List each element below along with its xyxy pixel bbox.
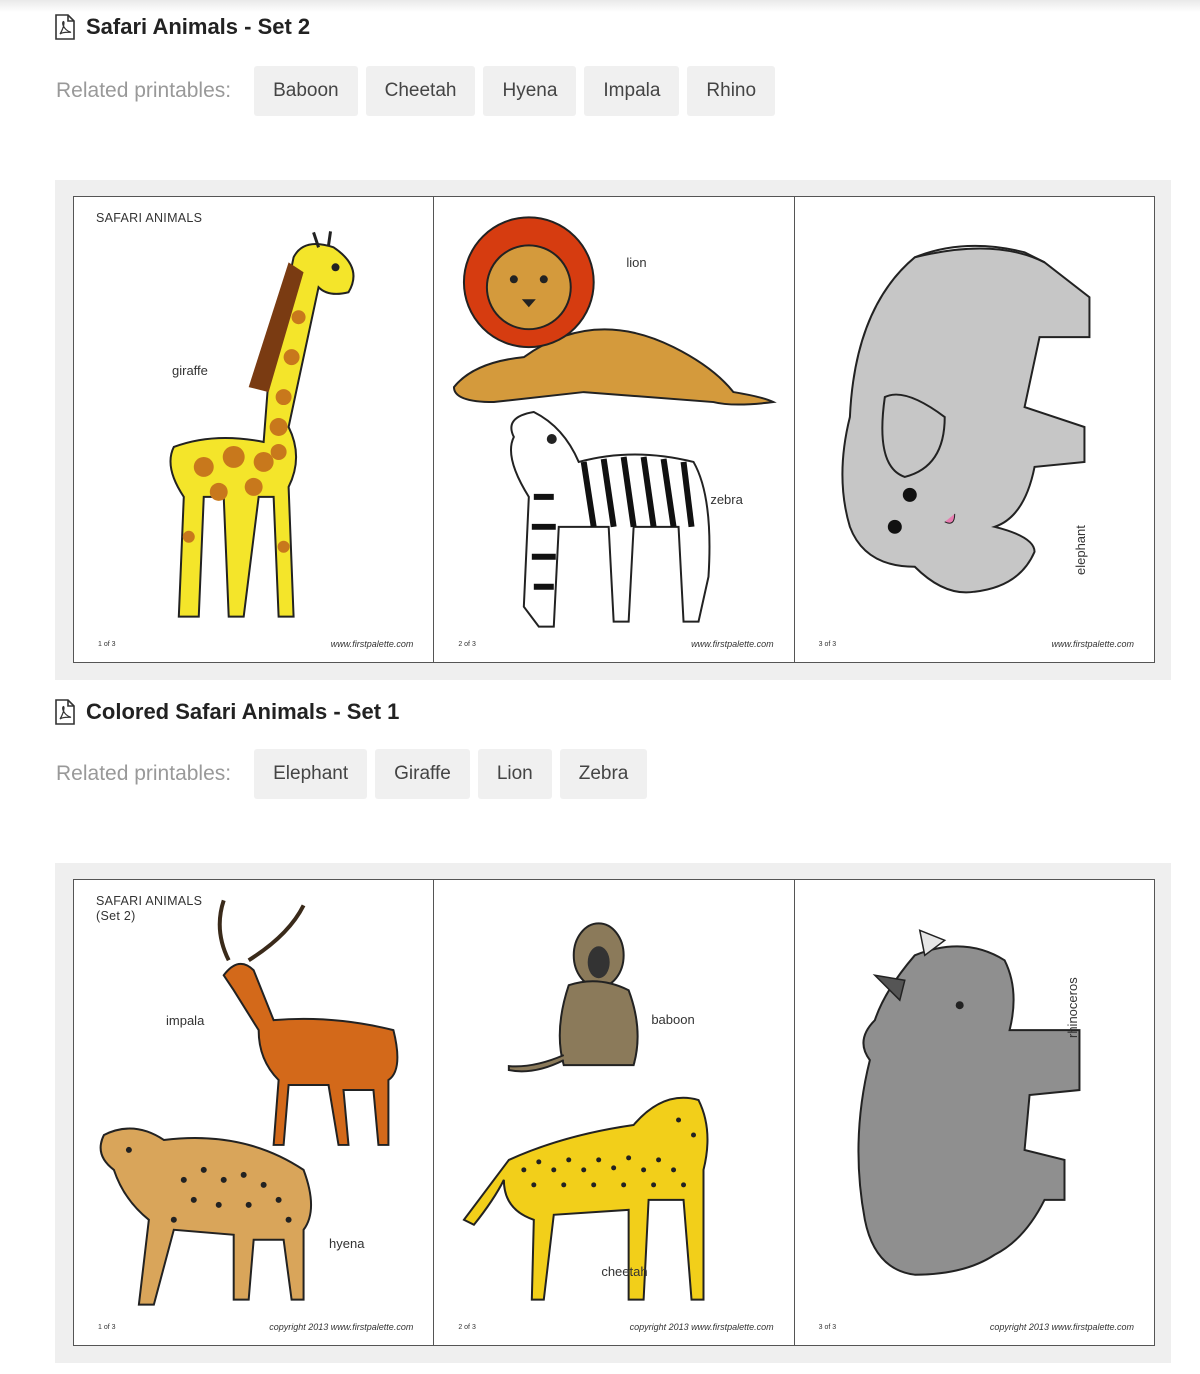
baboon-label: baboon [651, 1012, 695, 1027]
page-number: 3 of 3 [818, 1324, 837, 1331]
preview-sheet: SAFARI ANIMALS giraffe 1 of 3 www.firstp… [73, 196, 1155, 663]
site-credit: copyright 2013 www.firstpalette.com [629, 1322, 774, 1332]
tag-lion[interactable]: Lion [477, 749, 552, 799]
related-label: Related printables: [56, 762, 232, 785]
preview-sheet: SAFARI ANIMALS (Set 2) impala hyena 1 of… [73, 879, 1155, 1346]
printable-preview[interactable]: SAFARI ANIMALS (Set 2) impala hyena 1 of… [55, 863, 1171, 1363]
tag-giraffe[interactable]: Giraffe [375, 749, 470, 799]
related-label: Related printables: [56, 79, 232, 102]
rhinoceros-illustration [857, 929, 1081, 1276]
tag-rhino[interactable]: Rhino [687, 66, 776, 116]
pdf-file-icon [55, 699, 75, 725]
tag-elephant[interactable]: Elephant [254, 749, 368, 799]
preview-page: rhinoceros 3 of 3 copyright 2013 www.fir… [795, 880, 1154, 1345]
section-title[interactable]: Safari Animals - Set 2 [86, 14, 310, 40]
lion-zebra-illustration [453, 216, 778, 628]
tag-impala[interactable]: Impala [584, 66, 680, 116]
site-credit: www.firstpalette.com [330, 639, 414, 649]
page-number: 3 of 3 [818, 641, 837, 648]
page-number: 2 of 3 [458, 1324, 476, 1331]
pdf-file-icon [55, 14, 75, 40]
page-number: 1 of 3 [98, 641, 116, 648]
section-title[interactable]: Colored Safari Animals - Set 1 [86, 699, 399, 725]
tag-hyena[interactable]: Hyena [483, 66, 577, 116]
preview-page: baboon cheetah 2 of 3 copyright 2013 www… [434, 880, 795, 1345]
hyena-label: hyena [329, 1236, 365, 1251]
preview-page: elephant 3 of 3 www.firstpalette.com [795, 197, 1154, 662]
preview-page: lion zebra 2 of 3 www.firstpalette.com [434, 197, 795, 662]
top-shadow [0, 0, 1200, 12]
tag-baboon[interactable]: Baboon [254, 66, 358, 116]
giraffe-illustration [169, 231, 355, 618]
lion-label: lion [626, 255, 647, 270]
site-credit: copyright 2013 www.firstpalette.com [269, 1322, 414, 1332]
related-printables: Related printables: Elephant Giraffe Lio… [56, 749, 655, 799]
section-title-row[interactable]: Colored Safari Animals - Set 1 [54, 699, 399, 725]
impala-hyena-illustration [99, 899, 399, 1306]
rhinoceros-label: rhinoceros [1064, 977, 1080, 1038]
elephant-illustration [841, 244, 1091, 594]
site-credit: www.firstpalette.com [1051, 639, 1134, 649]
giraffe-label: giraffe [172, 363, 208, 378]
related-printables: Related printables: Baboon Cheetah Hyena… [56, 66, 783, 116]
tag-cheetah[interactable]: Cheetah [365, 66, 476, 116]
cheetah-label: cheetah [601, 1264, 648, 1279]
preview-page: SAFARI ANIMALS (Set 2) impala hyena 1 of… [74, 880, 435, 1345]
site-credit: www.firstpalette.com [691, 639, 774, 649]
site-credit: copyright 2013 www.firstpalette.com [989, 1322, 1134, 1332]
zebra-label: zebra [710, 492, 743, 507]
impala-label: impala [166, 1013, 205, 1028]
elephant-label: elephant [1072, 525, 1088, 575]
printable-preview[interactable]: SAFARI ANIMALS giraffe 1 of 3 www.firstp… [55, 180, 1171, 680]
page-number: 1 of 3 [98, 1324, 116, 1331]
page-number: 2 of 3 [458, 641, 476, 648]
preview-page: SAFARI ANIMALS giraffe 1 of 3 www.firstp… [74, 197, 435, 662]
section-title-row[interactable]: Safari Animals - Set 2 [54, 14, 310, 40]
tag-zebra[interactable]: Zebra [559, 749, 648, 799]
